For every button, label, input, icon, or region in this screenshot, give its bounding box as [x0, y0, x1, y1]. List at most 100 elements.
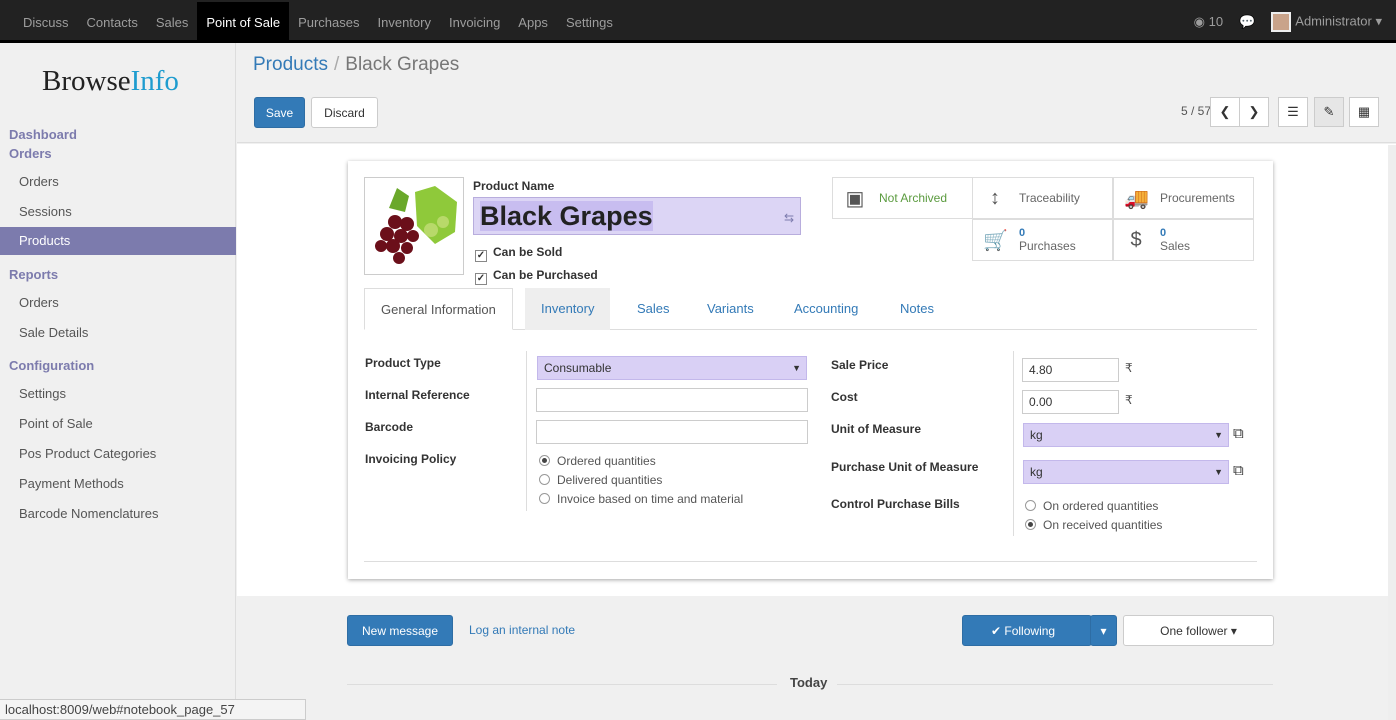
- menu-contacts[interactable]: Contacts: [78, 2, 147, 42]
- app-menu: Discuss Contacts Sales Point of Sale Pur…: [14, 0, 622, 43]
- menu-invoicing[interactable]: Invoicing: [440, 2, 509, 42]
- kanban-view-button[interactable]: ▦: [1349, 97, 1379, 127]
- top-navbar: Discuss Contacts Sales Point of Sale Pur…: [0, 0, 1396, 43]
- sidebar-section-orders[interactable]: Orders: [9, 146, 52, 161]
- sidebar-item-settings[interactable]: Settings: [0, 380, 236, 408]
- product-name-input[interactable]: Black Grapes ⇆: [473, 197, 801, 235]
- sales-button[interactable]: $0 Sales: [1113, 219, 1254, 261]
- tab-general-information[interactable]: General Information: [364, 288, 513, 330]
- menu-inventory[interactable]: Inventory: [369, 2, 440, 42]
- control-bills-label: Control Purchase Bills: [831, 497, 960, 511]
- cost-label: Cost: [831, 390, 858, 404]
- currency-symbol: ₹: [1125, 393, 1133, 407]
- sidebar-item-payment-methods[interactable]: Payment Methods: [0, 470, 236, 498]
- log-note-link[interactable]: Log an internal note: [469, 623, 575, 637]
- policy-ordered-radio[interactable]: Ordered quantities: [539, 454, 656, 468]
- external-link-icon[interactable]: ⧉: [1233, 425, 1244, 442]
- discard-button[interactable]: Discard: [311, 97, 378, 128]
- traceability-button[interactable]: ↕ Traceability: [972, 177, 1113, 219]
- notebook-tabs: General Information Inventory Sales Vari…: [364, 288, 1257, 330]
- purchase-uom-label: Purchase Unit of Measure: [831, 460, 979, 474]
- caret-down-icon: ▼: [792, 363, 801, 373]
- list-view-button[interactable]: ☰: [1278, 97, 1308, 127]
- new-message-button[interactable]: New message: [347, 615, 453, 646]
- pager-prev-button[interactable]: ❮: [1210, 97, 1240, 127]
- tab-inventory[interactable]: Inventory: [525, 288, 611, 330]
- internal-reference-input[interactable]: [536, 388, 808, 412]
- activity-icon[interactable]: 💬: [1239, 14, 1255, 30]
- not-archived-button[interactable]: ▣ Not Archived: [832, 177, 973, 219]
- sale-price-input[interactable]: 4.80: [1022, 358, 1119, 382]
- menu-purchases[interactable]: Purchases: [289, 2, 368, 42]
- archive-icon: ▣: [845, 187, 865, 210]
- can-be-sold-checkbox[interactable]: ✓ Can be Sold: [475, 245, 562, 262]
- grapes-image: [375, 186, 457, 264]
- purchases-button[interactable]: 🛒 0 Purchases: [972, 219, 1113, 261]
- main-area: Products / Black Grapes Save Discard 5 / 5…: [237, 43, 1396, 720]
- product-image[interactable]: [364, 177, 464, 275]
- followers-button[interactable]: One follower ▾: [1123, 615, 1274, 646]
- sidebar-item-sessions[interactable]: Sessions: [0, 198, 236, 226]
- uom-label: Unit of Measure: [831, 422, 922, 436]
- breadcrumb-products-link[interactable]: Products: [253, 54, 328, 75]
- can-be-purchased-checkbox[interactable]: ✓ Can be Purchased: [475, 268, 598, 285]
- truck-icon: 🚚: [1124, 187, 1149, 210]
- form-sheet: Product Name Black Grapes ⇆ ✓ Can be Sold …: [348, 161, 1273, 579]
- purchase-uom-select[interactable]: kg ▼: [1023, 460, 1229, 484]
- scrollbar[interactable]: [1388, 145, 1396, 720]
- control-panel: Products / Black Grapes Save Discard 5 / 5…: [237, 43, 1396, 143]
- following-dropdown[interactable]: ▾: [1090, 615, 1117, 646]
- policy-delivered-radio[interactable]: Delivered quantities: [539, 473, 662, 487]
- messages-indicator[interactable]: ◉ 10: [1194, 14, 1223, 30]
- sidebar-item-point-of-sale[interactable]: Point of Sale: [0, 410, 236, 438]
- user-menu[interactable]: Administrator ▾: [1271, 11, 1382, 32]
- sidebar-item-barcode-nomenclatures[interactable]: Barcode Nomenclatures: [0, 500, 236, 528]
- sidebar-item-products[interactable]: Products: [0, 227, 236, 255]
- form-view-button[interactable]: ✎: [1314, 97, 1344, 127]
- menu-discuss[interactable]: Discuss: [14, 2, 78, 42]
- sale-price-label: Sale Price: [831, 358, 889, 372]
- procurements-button[interactable]: 🚚 Procurements: [1113, 177, 1254, 219]
- form-content: Product Name Black Grapes ⇆ ✓ Can be Sold …: [237, 144, 1396, 720]
- save-button[interactable]: Save: [254, 97, 305, 128]
- tab-sales[interactable]: Sales: [621, 288, 686, 330]
- chat-bubble-icon: ◉: [1193, 13, 1209, 29]
- caret-down-icon: ▼: [1214, 467, 1223, 477]
- sidebar-section-reports[interactable]: Reports: [9, 267, 58, 282]
- pager-value[interactable]: 5 / 57: [1181, 104, 1211, 118]
- currency-symbol: ₹: [1125, 361, 1133, 375]
- status-url: localhost:8009/web#notebook_page_57: [0, 699, 306, 720]
- translate-icon[interactable]: ⇆: [784, 200, 794, 236]
- uom-select[interactable]: kg ▼: [1023, 423, 1229, 447]
- barcode-input[interactable]: [536, 420, 808, 444]
- breadcrumb-current: Black Grapes: [345, 54, 460, 75]
- tab-variants[interactable]: Variants: [691, 288, 770, 330]
- edit-icon: ✎: [1323, 104, 1335, 119]
- following-button[interactable]: ✔ Following: [962, 615, 1092, 646]
- list-icon: ☰: [1287, 104, 1299, 119]
- bills-received-radio[interactable]: On received quantities: [1025, 518, 1162, 532]
- tab-accounting[interactable]: Accounting: [778, 288, 874, 330]
- product-type-label: Product Type: [365, 356, 441, 370]
- menu-settings[interactable]: Settings: [557, 2, 622, 42]
- sidebar-item-report-orders[interactable]: Orders: [0, 289, 236, 317]
- menu-apps[interactable]: Apps: [509, 2, 557, 42]
- sidebar-section-configuration[interactable]: Configuration: [9, 358, 94, 373]
- tab-notes[interactable]: Notes: [884, 288, 950, 330]
- sidebar-item-orders[interactable]: Orders: [0, 168, 236, 196]
- sidebar-item-sale-details[interactable]: Sale Details: [0, 319, 236, 347]
- menu-sales[interactable]: Sales: [147, 2, 198, 42]
- sidebar-item-pos-categories[interactable]: Pos Product Categories: [0, 440, 236, 468]
- pager-next-button[interactable]: ❯: [1239, 97, 1269, 127]
- external-link-icon[interactable]: ⧉: [1233, 462, 1244, 479]
- sort-arrows-icon: ↕: [990, 186, 1000, 209]
- policy-time-material-radio[interactable]: Invoice based on time and material: [539, 492, 743, 506]
- cost-input[interactable]: 0.00: [1022, 390, 1119, 414]
- chevron-right-icon: ❯: [1248, 104, 1260, 119]
- menu-point-of-sale[interactable]: Point of Sale: [197, 1, 290, 42]
- bills-ordered-radio[interactable]: On ordered quantities: [1025, 499, 1158, 513]
- grid-icon: ▦: [1357, 104, 1371, 119]
- chatter: New message Log an internal note ✔ Follo…: [237, 596, 1396, 720]
- product-type-select[interactable]: Consumable ▼: [537, 356, 807, 380]
- sidebar-dashboard[interactable]: Dashboard: [9, 127, 77, 142]
